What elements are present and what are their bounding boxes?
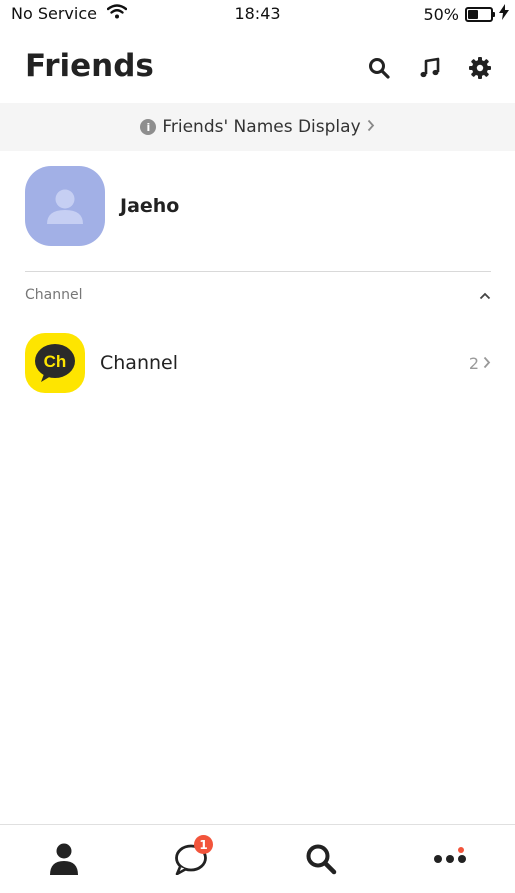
page-title: Friends: [25, 48, 154, 84]
avatar: [25, 166, 105, 246]
status-bar: No Service 18:43 50%: [0, 0, 515, 28]
tab-friends[interactable]: [44, 839, 84, 879]
tab-bar: 1: [0, 824, 515, 893]
search-button[interactable]: [365, 54, 393, 82]
channel-logo: Ch: [25, 333, 85, 393]
banner-label: Friends' Names Display: [162, 117, 361, 137]
channel-label: Channel: [100, 352, 179, 374]
chevron-right-icon: [367, 117, 375, 137]
notification-dot: [458, 847, 464, 853]
person-icon: [50, 843, 78, 875]
divider: [25, 271, 491, 272]
friends-names-display-banner[interactable]: i Friends' Names Display: [0, 103, 515, 151]
gear-icon: [469, 57, 491, 79]
more-dots-icon: [434, 855, 466, 863]
channel-section-header[interactable]: Channel: [25, 284, 491, 308]
my-profile-row[interactable]: Jaeho: [25, 166, 491, 246]
chevron-right-icon: [483, 354, 491, 373]
music-note-icon: [420, 57, 440, 78]
channel-count: 2: [468, 353, 479, 373]
unread-badge: 1: [194, 835, 213, 854]
battery-icon: [465, 6, 495, 22]
charging-bolt-icon: [499, 4, 509, 24]
info-icon: i: [140, 119, 157, 135]
tab-search[interactable]: [301, 839, 341, 879]
search-icon: [369, 58, 390, 79]
tab-more[interactable]: [430, 839, 470, 879]
channel-logo-text: Ch: [44, 352, 67, 371]
channel-item[interactable]: Ch Channel 2: [25, 333, 491, 393]
chevron-up-icon: [479, 288, 491, 304]
default-person-icon: [47, 189, 83, 224]
battery-percent: 50%: [423, 4, 459, 24]
tab-chats[interactable]: 1: [171, 835, 213, 879]
settings-button[interactable]: [466, 54, 494, 82]
header: Friends: [0, 44, 515, 94]
profile-name: Jaeho: [120, 195, 180, 217]
section-title: Channel: [25, 287, 83, 303]
music-button[interactable]: [416, 54, 444, 82]
search-icon: [306, 844, 337, 875]
